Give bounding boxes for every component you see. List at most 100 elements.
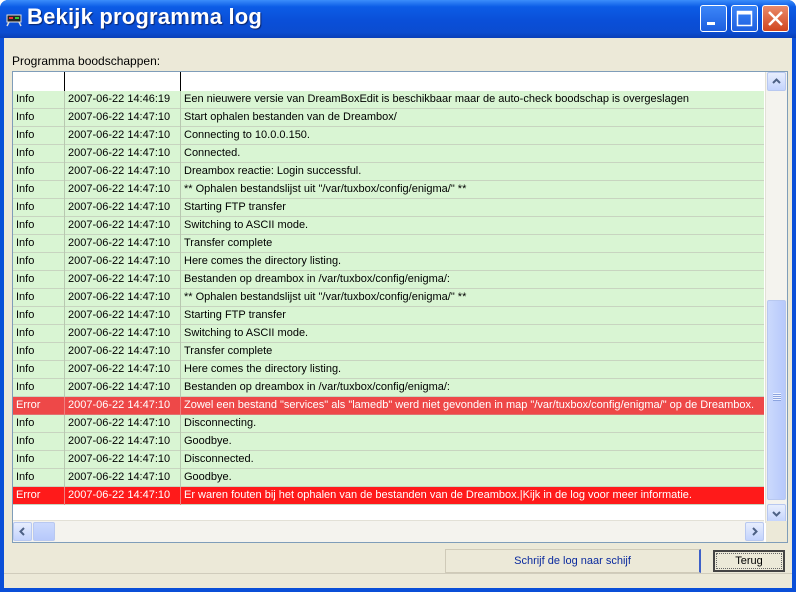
log-time-cell: 2007-06-22 14:47:10 — [65, 397, 181, 415]
log-row[interactable]: Error 2007-06-22 14:47:10 Er waren fouten … — [13, 487, 764, 505]
log-type-cell: Info — [13, 253, 65, 271]
horizontal-scroll-thumb[interactable] — [33, 522, 55, 541]
close-button[interactable] — [762, 5, 789, 32]
log-row[interactable]: Info 2007-06-22 14:47:10 Switching to ASCI… — [13, 217, 764, 235]
log-time-cell: 2007-06-22 14:47:10 — [65, 109, 181, 127]
maximize-icon — [736, 10, 753, 27]
title-bar[interactable]: Bekijk programma log — [0, 0, 796, 38]
log-type-cell: Info — [13, 415, 65, 433]
log-row[interactable]: Info 2007-06-22 14:47:10 Starting FTP tran… — [13, 199, 764, 217]
log-message-cell: Connecting to 10.0.0.150. — [184, 129, 310, 141]
messages-label: Programma boodschappen: — [12, 54, 161, 68]
log-message-cell: Goodbye. — [184, 435, 232, 447]
log-row[interactable]: Info 2007-06-22 14:47:10 Transfer complete — [13, 343, 764, 361]
window-title: Bekijk programma log — [27, 4, 263, 29]
log-row[interactable]: Info 2007-06-22 14:47:10 Dreambox reactie:… — [13, 163, 764, 181]
log-message-cell: Bestanden op dreambox in /var/tuxbox/con… — [184, 273, 450, 285]
log-type-cell: Info — [13, 181, 65, 199]
log-row[interactable]: Info 2007-06-22 14:47:10 Goodbye. — [13, 433, 764, 451]
vertical-scrollbar[interactable] — [765, 72, 787, 523]
log-type-cell: Info — [13, 217, 65, 235]
log-row[interactable]: Info 2007-06-22 14:47:10 Connecting to 10.… — [13, 127, 764, 145]
log-row[interactable]: Info 2007-06-22 14:47:10 Transfer complete — [13, 235, 764, 253]
log-type-cell: Info — [13, 289, 65, 307]
log-type-cell: Info — [13, 325, 65, 343]
log-message-cell: Starting FTP transfer — [184, 309, 286, 321]
log-type-cell: Info — [13, 235, 65, 253]
log-row[interactable]: Info 2007-06-22 14:47:10 Bestanden op drea… — [13, 379, 764, 397]
log-message-cell: Switching to ASCII mode. — [184, 327, 309, 339]
log-row[interactable]: Info 2007-06-22 14:47:10 ** Ophalen bestan… — [13, 289, 764, 307]
log-time-cell: 2007-06-22 14:47:10 — [65, 163, 181, 181]
chevron-left-icon — [19, 527, 25, 536]
log-time-cell: 2007-06-22 14:47:10 — [65, 235, 181, 253]
log-type-cell: Info — [13, 469, 65, 487]
vertical-scroll-thumb[interactable] — [767, 300, 786, 500]
log-message-cell: Goodbye. — [184, 471, 232, 483]
save-log-button[interactable]: Schrijf de log naar schijf — [445, 549, 701, 573]
window-frame-bottom — [0, 588, 796, 592]
chevron-down-icon — [772, 511, 781, 517]
log-row[interactable]: Info 2007-06-22 14:47:10 ** Ophalen bestan… — [13, 181, 764, 199]
column-header-type[interactable] — [13, 72, 65, 91]
log-message-cell: Disconnected. — [184, 453, 254, 465]
scroll-left-button[interactable] — [13, 522, 32, 541]
log-time-cell: 2007-06-22 14:47:10 — [65, 289, 181, 307]
log-type-cell: Info — [13, 91, 65, 109]
log-list[interactable]: Info 2007-06-22 14:46:19 Een nieuwere vers… — [12, 71, 788, 543]
back-button[interactable]: Terug — [713, 550, 785, 572]
log-time-cell: 2007-06-22 14:47:10 — [65, 361, 181, 379]
log-type-cell: Info — [13, 271, 65, 289]
log-row[interactable]: Info 2007-06-22 14:47:10 Connected. — [13, 145, 764, 163]
log-message-cell: ** Ophalen bestandslijst uit "/var/tuxbo… — [184, 291, 467, 303]
log-window: Bekijk programma log Programma boodschap… — [0, 0, 796, 592]
scroll-right-button[interactable] — [745, 522, 764, 541]
log-row[interactable]: Info 2007-06-22 14:47:10 Bestanden op drea… — [13, 271, 764, 289]
focus-rect — [716, 553, 782, 569]
log-row[interactable]: Info 2007-06-22 14:47:10 Disconnected. — [13, 451, 764, 469]
log-type-cell: Info — [13, 199, 65, 217]
log-type-cell: Info — [13, 379, 65, 397]
log-row[interactable]: Info 2007-06-22 14:47:10 Here comes the di… — [13, 253, 764, 271]
log-row[interactable]: Info 2007-06-22 14:47:10 Here comes the di… — [13, 361, 764, 379]
horizontal-scrollbar[interactable] — [13, 520, 764, 542]
log-time-cell: 2007-06-22 14:47:10 — [65, 325, 181, 343]
log-type-cell: Info — [13, 307, 65, 325]
log-time-cell: 2007-06-22 14:47:10 — [65, 127, 181, 145]
log-message-cell: Zowel een bestand "services" als "lamedb… — [184, 399, 755, 411]
log-time-cell: 2007-06-22 14:47:10 — [65, 307, 181, 325]
log-message-cell: Here comes the directory listing. — [184, 363, 342, 375]
log-time-cell: 2007-06-22 14:47:10 — [65, 253, 181, 271]
log-message-cell: Transfer complete — [184, 345, 273, 357]
log-time-cell: 2007-06-22 14:47:10 — [65, 415, 181, 433]
log-row[interactable]: Info 2007-06-22 14:47:10 Switching to ASCI… — [13, 325, 764, 343]
log-time-cell: 2007-06-22 14:47:10 — [65, 433, 181, 451]
chevron-up-icon — [772, 78, 781, 84]
log-type-cell: Info — [13, 433, 65, 451]
log-time-cell: 2007-06-22 14:47:10 — [65, 343, 181, 361]
maximize-button[interactable] — [731, 5, 758, 32]
minimize-button[interactable] — [700, 5, 727, 32]
log-row[interactable]: Info 2007-06-22 14:46:19 Een nieuwere vers… — [13, 91, 764, 109]
scroll-up-button[interactable] — [767, 72, 786, 91]
log-time-cell: 2007-06-22 14:47:10 — [65, 217, 181, 235]
log-message-cell: Disconnecting. — [184, 417, 257, 429]
minimize-icon — [707, 22, 715, 25]
log-type-cell: Info — [13, 163, 65, 181]
log-time-cell: 2007-06-22 14:47:10 — [65, 181, 181, 199]
log-time-cell: 2007-06-22 14:47:10 — [65, 199, 181, 217]
log-time-cell: 2007-06-22 14:47:10 — [65, 379, 181, 397]
log-message-cell: Here comes the directory listing. — [184, 255, 342, 267]
grip-icon — [773, 393, 781, 401]
log-row[interactable]: Error 2007-06-22 14:47:10 Zowel een bestan… — [13, 397, 764, 415]
column-header-time[interactable] — [65, 72, 181, 91]
log-row[interactable]: Info 2007-06-22 14:47:10 Disconnecting. — [13, 415, 764, 433]
log-message-cell: ** Ophalen bestandslijst uit "/var/tuxbo… — [184, 183, 467, 195]
log-row[interactable]: Info 2007-06-22 14:47:10 Goodbye. — [13, 469, 764, 487]
log-message-cell: Start ophalen bestanden van de Dreambox/ — [184, 111, 397, 123]
log-rows: Info 2007-06-22 14:46:19 Een nieuwere vers… — [13, 91, 764, 505]
log-row[interactable]: Info 2007-06-22 14:47:10 Starting FTP tran… — [13, 307, 764, 325]
log-time-cell: 2007-06-22 14:47:10 — [65, 451, 181, 469]
column-header-message[interactable] — [181, 72, 764, 91]
log-row[interactable]: Info 2007-06-22 14:47:10 Start ophalen bes… — [13, 109, 764, 127]
